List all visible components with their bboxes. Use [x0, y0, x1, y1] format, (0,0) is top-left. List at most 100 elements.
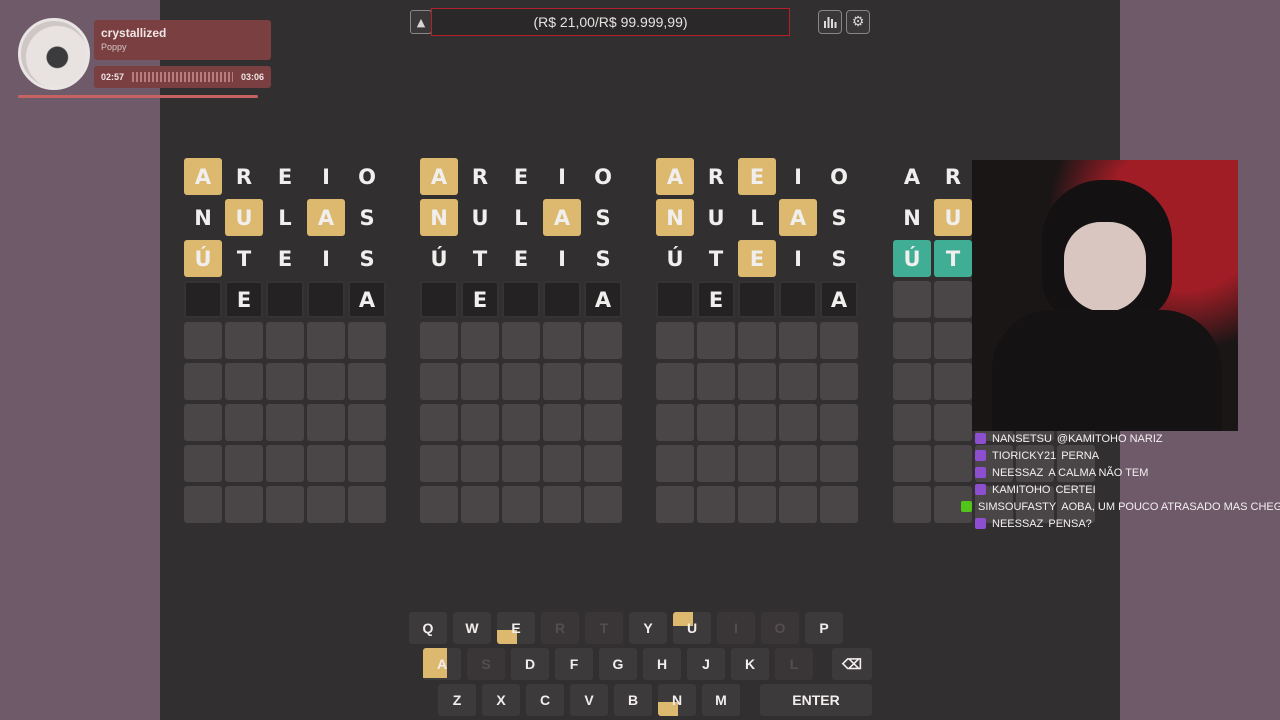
tile: E	[738, 240, 776, 277]
tile: E	[277, 164, 293, 189]
tile	[656, 404, 694, 441]
tile: U	[934, 199, 972, 236]
backspace-key-label: ⌫	[842, 655, 862, 672]
tile	[502, 281, 540, 318]
tile	[543, 322, 581, 359]
key-k[interactable]: K	[731, 648, 769, 680]
tile	[502, 322, 540, 359]
chat-badge-icon	[975, 484, 986, 495]
tile	[461, 363, 499, 400]
key-l[interactable]: L	[775, 648, 813, 680]
bar-chart-icon	[824, 17, 837, 28]
tile: Ú	[184, 240, 222, 277]
key-f[interactable]: F	[555, 648, 593, 680]
tile	[779, 281, 817, 318]
tile	[307, 322, 345, 359]
tile	[779, 486, 817, 523]
tile	[656, 445, 694, 482]
tile	[502, 486, 540, 523]
key-n-label: N	[671, 692, 683, 708]
tile	[225, 486, 263, 523]
backspace-key[interactable]: ⌫	[832, 648, 872, 680]
tile: E	[225, 281, 263, 318]
key-c[interactable]: C	[526, 684, 564, 716]
key-e[interactable]: E	[497, 612, 535, 644]
tile	[779, 322, 817, 359]
tile: E	[277, 246, 293, 271]
tile	[820, 363, 858, 400]
tile	[266, 281, 304, 318]
key-q[interactable]: Q	[409, 612, 447, 644]
key-n[interactable]: N	[658, 684, 696, 716]
key-t-label: T	[599, 620, 609, 636]
key-h-label: H	[656, 656, 668, 672]
tile: S	[831, 246, 847, 271]
tile: T	[236, 246, 252, 271]
key-m[interactable]: M	[702, 684, 740, 716]
elapsed-time: 02:57	[101, 72, 125, 82]
key-i-label: I	[734, 620, 738, 636]
enter-key-label: ENTER	[792, 692, 840, 708]
tile: R	[707, 164, 725, 189]
tile	[266, 445, 304, 482]
key-o[interactable]: O	[761, 612, 799, 644]
key-x[interactable]: X	[482, 684, 520, 716]
tile: A	[543, 199, 581, 236]
chat-text: CERTEI	[1055, 483, 1096, 496]
tile	[184, 363, 222, 400]
tile: A	[307, 199, 345, 236]
tile: Ú	[666, 246, 684, 271]
album-art	[18, 18, 90, 90]
tile	[420, 486, 458, 523]
tile	[934, 363, 972, 400]
key-k-label: K	[744, 656, 756, 672]
key-r[interactable]: R	[541, 612, 579, 644]
tile	[584, 486, 622, 523]
tile: S	[595, 246, 611, 271]
key-d[interactable]: D	[511, 648, 549, 680]
settings-button[interactable]: ⚙	[846, 10, 870, 34]
progress-line	[18, 95, 258, 98]
key-v[interactable]: V	[570, 684, 608, 716]
tile: S	[595, 205, 611, 230]
tile	[820, 486, 858, 523]
key-p[interactable]: P	[805, 612, 843, 644]
tile	[307, 486, 345, 523]
key-b[interactable]: B	[614, 684, 652, 716]
stats-button[interactable]	[818, 10, 842, 34]
track-artist: Poppy	[101, 42, 127, 52]
chat-badge-icon	[975, 433, 986, 444]
chat-text: AOBA, UM POUCO ATRASADO MAS CHEGUEI	[1061, 500, 1280, 513]
tile: S	[359, 205, 375, 230]
key-s[interactable]: S	[467, 648, 505, 680]
key-a[interactable]: A	[423, 648, 461, 680]
key-t[interactable]: T	[585, 612, 623, 644]
collapse-button[interactable]: ▲	[410, 10, 432, 34]
tile	[934, 281, 972, 318]
tile	[184, 445, 222, 482]
tile: T	[934, 240, 972, 277]
key-u[interactable]: U	[673, 612, 711, 644]
tile	[656, 322, 694, 359]
tile	[584, 445, 622, 482]
tile	[307, 445, 345, 482]
chat-badge-icon	[975, 467, 986, 478]
tile	[893, 404, 931, 441]
tile: I	[794, 164, 802, 189]
enter-key[interactable]: ENTER	[760, 684, 872, 716]
key-j[interactable]: J	[687, 648, 725, 680]
key-w[interactable]: W	[453, 612, 491, 644]
key-g[interactable]: G	[599, 648, 637, 680]
key-e-label: E	[511, 620, 521, 636]
board-2: AREIONULASÚTEISEA	[420, 158, 622, 523]
tile: I	[558, 164, 566, 189]
tile: N	[194, 205, 212, 230]
tile: I	[322, 246, 330, 271]
key-w-label: W	[465, 620, 479, 636]
tile: E	[697, 281, 735, 318]
key-y[interactable]: Y	[629, 612, 667, 644]
key-h[interactable]: H	[643, 648, 681, 680]
key-z[interactable]: Z	[438, 684, 476, 716]
chat-message: SIMSOUFASTY AOBA, UM POUCO ATRASADO MAS C…	[955, 498, 1280, 515]
key-i[interactable]: I	[717, 612, 755, 644]
